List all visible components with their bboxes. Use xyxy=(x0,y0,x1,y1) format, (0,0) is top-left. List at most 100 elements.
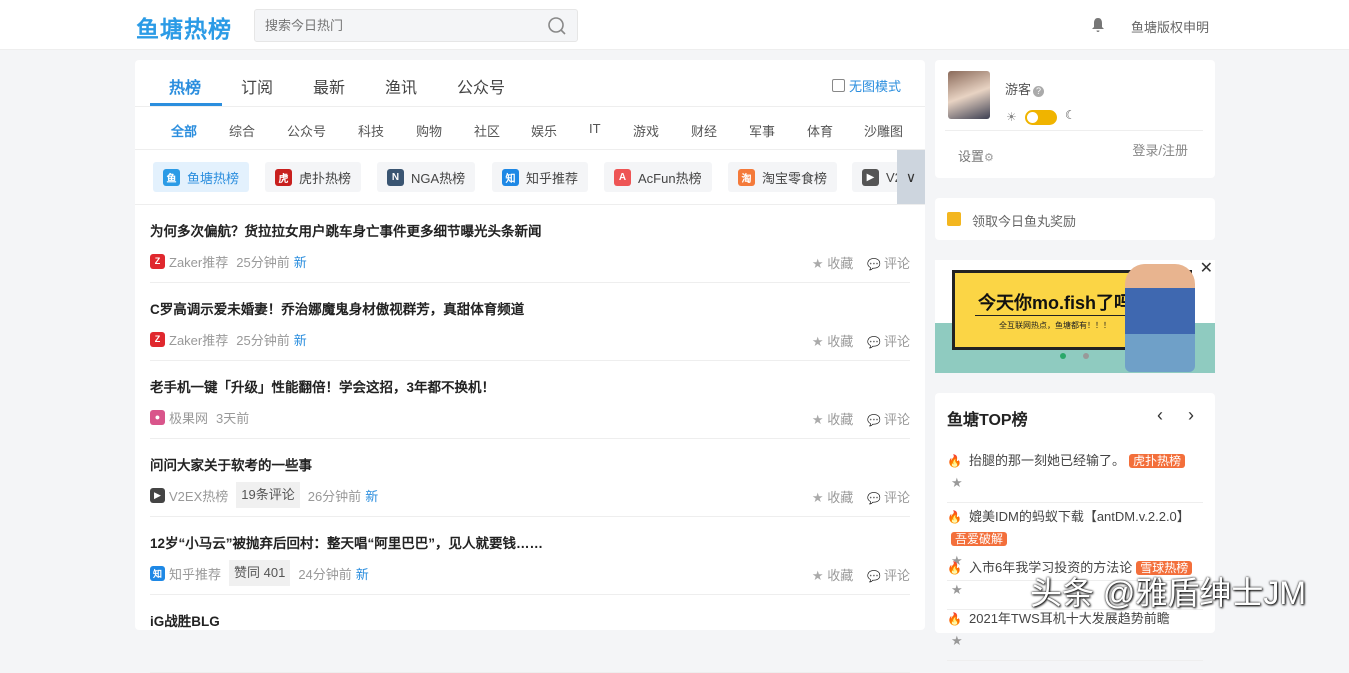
news-title[interactable]: 12岁“小马云”被抛弃后回村：整天唱“阿里巴巴”，见人就要钱…… xyxy=(150,532,543,552)
star-icon: ★ xyxy=(812,412,827,427)
source-name: 极果网 xyxy=(169,408,208,427)
category-3[interactable]: 科技 xyxy=(358,121,384,140)
category-6[interactable]: 娱乐 xyxy=(531,121,557,140)
category-4[interactable]: 购物 xyxy=(416,121,442,140)
news-time: 24分钟前 xyxy=(298,564,351,583)
source-badge: 吾爱破解 xyxy=(951,532,1007,546)
top-list-item[interactable]: 🔥抬腿的那一刻她已经输了。虎扑热榜★ xyxy=(947,450,1203,503)
category-0[interactable]: 全部 xyxy=(171,121,197,140)
tab-subscribe[interactable]: 订阅 xyxy=(241,74,273,98)
comment-icon: 💬 xyxy=(867,259,884,271)
news-time: 26分钟前 xyxy=(308,486,361,505)
news-actions: ★ 收藏 💬 评论 xyxy=(812,253,910,272)
category-5[interactable]: 社区 xyxy=(474,121,500,140)
comment-button[interactable]: 💬 评论 xyxy=(867,565,910,584)
source-logo-icon: 鱼 xyxy=(163,169,180,186)
news-source[interactable]: ▶V2EX热榜 xyxy=(150,486,228,505)
news-item: 12岁“小马云”被抛弃后回村：整天唱“阿里巴巴”，见人就要钱……知知乎推荐赞同 … xyxy=(150,517,910,595)
theme-toggle[interactable] xyxy=(1025,110,1057,125)
news-title[interactable]: 为何多次偏航？货拉拉女用户跳车身亡事件更多细节曝光头条新闻 xyxy=(150,220,542,240)
divider xyxy=(945,130,1203,131)
comment-icon: 💬 xyxy=(867,415,884,427)
carousel-dot-active[interactable] xyxy=(1060,353,1066,359)
bell-icon[interactable] xyxy=(1091,17,1105,33)
help-icon[interactable]: ? xyxy=(1033,86,1044,97)
source-chip-label: AcFun热榜 xyxy=(638,168,702,187)
category-1[interactable]: 综合 xyxy=(229,121,255,140)
news-title[interactable]: 问问大家关于软考的一些事 xyxy=(150,454,312,474)
reward-card[interactable]: 领取今日鱼丸奖励 xyxy=(935,198,1215,240)
promo-banner[interactable]: 今天你mo.fish了吗 全互联网热点，鱼塘都有！！！ ✕ xyxy=(935,260,1215,373)
favorite-button[interactable]: ★ 收藏 xyxy=(812,331,853,350)
no-image-mode-toggle[interactable]: 无图模式 xyxy=(832,76,901,95)
category-8[interactable]: 游戏 xyxy=(633,121,659,140)
logo[interactable]: 鱼塘热榜 xyxy=(136,10,232,44)
news-title[interactable]: iG战胜BLG xyxy=(150,610,220,630)
comment-icon: 💬 xyxy=(867,337,884,349)
tab-latest[interactable]: 最新 xyxy=(313,74,345,98)
category-12[interactable]: 沙雕图 xyxy=(864,121,903,140)
news-source[interactable]: ZZaker推荐 xyxy=(150,330,228,349)
category-7[interactable]: IT xyxy=(589,121,601,136)
login-register-link[interactable]: 登录/注册 xyxy=(1132,140,1188,159)
avatar[interactable] xyxy=(948,71,990,119)
favorite-button[interactable]: ★ 收藏 xyxy=(812,565,853,584)
star-icon: ★ xyxy=(812,490,827,505)
top-item-text: 媲美IDM的蚂蚁下载【antDM.v.2.2.0】 xyxy=(969,509,1190,524)
source-name: Zaker推荐 xyxy=(169,330,228,349)
news-source[interactable]: ●极果网 xyxy=(150,408,208,427)
no-image-checkbox[interactable] xyxy=(832,79,845,92)
news-title[interactable]: C罗高调示爱未婚妻！乔治娜魔鬼身材傲视群芳，真甜体育频道 xyxy=(150,298,524,318)
news-item: 老手机一键「升级」性能翻倍！学会这招，3年都不换机！ ●极果网3天前 ★ 收藏 💬 评… xyxy=(150,361,910,439)
comment-button[interactable]: 💬 评论 xyxy=(867,253,910,272)
source-chip[interactable]: 淘淘宝零食榜 xyxy=(728,162,837,192)
news-meta: ZZaker推荐25分钟前新 xyxy=(150,328,307,350)
search-icon[interactable] xyxy=(547,16,567,36)
tab-news[interactable]: 渔讯 xyxy=(385,74,417,98)
settings-link[interactable]: 设置⚙ xyxy=(958,146,994,165)
comment-label: 评论 xyxy=(884,568,910,583)
news-actions: ★ 收藏 💬 评论 xyxy=(812,331,910,350)
star-icon[interactable]: ★ xyxy=(951,582,963,597)
source-chip[interactable]: NNGA热榜 xyxy=(377,162,475,192)
news-time: 25分钟前 xyxy=(236,330,289,349)
favorite-button[interactable]: ★ 收藏 xyxy=(812,409,853,428)
category-2[interactable]: 公众号 xyxy=(287,121,326,140)
favorite-button[interactable]: ★ 收藏 xyxy=(812,487,853,506)
star-icon[interactable]: ★ xyxy=(951,475,963,490)
top-list-item[interactable]: 🔥2021年TWS耳机十大发展趋势前瞻★ xyxy=(947,608,1203,661)
comment-button[interactable]: 💬 评论 xyxy=(867,409,910,428)
news-meta: ●极果网3天前 xyxy=(150,406,249,428)
carousel-dot[interactable] xyxy=(1083,353,1089,359)
category-10[interactable]: 军事 xyxy=(749,121,775,140)
news-source[interactable]: ZZaker推荐 xyxy=(150,252,228,271)
news-stat-tag: 19条评论 xyxy=(236,482,299,508)
comment-button[interactable]: 💬 评论 xyxy=(867,487,910,506)
new-badge: 新 xyxy=(294,252,307,271)
chevron-down-icon[interactable]: ∨ xyxy=(897,150,925,205)
source-chip[interactable]: 虎虎扑热榜 xyxy=(265,162,361,192)
copyright-link[interactable]: 鱼塘版权申明 xyxy=(1131,17,1209,36)
news-source[interactable]: 知知乎推荐 xyxy=(150,564,221,583)
favorite-button[interactable]: ★ 收藏 xyxy=(812,253,853,272)
source-chip[interactable]: 鱼鱼塘热榜 xyxy=(153,162,249,192)
top-list-title: 鱼塘TOP榜 xyxy=(947,406,1028,430)
source-chip[interactable]: 知知乎推荐 xyxy=(492,162,588,192)
category-9[interactable]: 财经 xyxy=(691,121,717,140)
comment-icon: 💬 xyxy=(867,493,884,505)
news-title[interactable]: 老手机一键「升级」性能翻倍！学会这招，3年都不换机！ xyxy=(150,376,495,396)
category-11[interactable]: 体育 xyxy=(807,121,833,140)
chevron-right-icon[interactable]: › xyxy=(1188,405,1194,426)
category-bar: 全部 综合 公众号 科技 购物 社区 娱乐 IT 游戏 财经 军事 体育 沙雕图 xyxy=(135,107,925,150)
comment-button[interactable]: 💬 评论 xyxy=(867,331,910,350)
search-input[interactable] xyxy=(255,10,525,41)
star-icon[interactable]: ★ xyxy=(951,633,963,648)
source-chip[interactable]: A AcFun热榜 xyxy=(604,162,712,192)
tab-official[interactable]: 公众号 xyxy=(457,74,505,98)
tab-hot[interactable]: 热榜 xyxy=(169,74,201,98)
chevron-left-icon[interactable]: ‹ xyxy=(1157,405,1163,426)
source-logo-icon: A xyxy=(614,169,631,186)
close-icon[interactable]: ✕ xyxy=(1200,260,1213,278)
news-item: iG战胜BLG xyxy=(150,595,910,673)
top-header: 鱼塘热榜 鱼塘版权申明 xyxy=(0,0,1349,50)
